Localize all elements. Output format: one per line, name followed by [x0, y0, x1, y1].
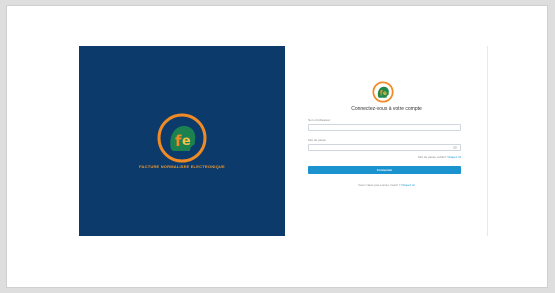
- password-label: Mot de passe: [308, 138, 327, 142]
- svg-text:e: e: [182, 134, 191, 149]
- forgot-password: Mot de passe oublié? Cliquez ici: [308, 155, 461, 159]
- username-input[interactable]: [308, 124, 461, 131]
- signup-link[interactable]: Cliquez ici: [401, 183, 415, 187]
- username-label: Nom d'utilisateur: [308, 118, 331, 122]
- brand-panel: f e FACTURE NORMALISEE ELECTRONIQUE: [79, 46, 285, 236]
- login-button[interactable]: Connexion: [308, 166, 461, 174]
- fne-logo-icon: f e: [372, 81, 394, 103]
- login-title: Connectez-vous à votre compte: [351, 106, 422, 112]
- svg-text:e: e: [383, 91, 387, 97]
- login-form-panel: f e Connectez-vous à votre compte Nom d'…: [286, 46, 488, 236]
- svg-text:f: f: [380, 90, 383, 98]
- forgot-password-text: Mot de passe oublié?: [417, 155, 447, 159]
- svg-text:f: f: [175, 132, 182, 150]
- signup-text: Vous n'êtes pas encore inscrit ?: [358, 183, 401, 187]
- password-input[interactable]: [308, 144, 461, 151]
- brand-name: FACTURE NORMALISEE ELECTRONIQUE: [139, 164, 225, 169]
- forgot-password-link[interactable]: Cliquez ici: [447, 155, 461, 159]
- fne-logo-icon: f e: [157, 113, 207, 163]
- signup-prompt: Vous n'êtes pas encore inscrit ? Cliquez…: [286, 183, 487, 187]
- eye-off-icon[interactable]: [453, 146, 457, 149]
